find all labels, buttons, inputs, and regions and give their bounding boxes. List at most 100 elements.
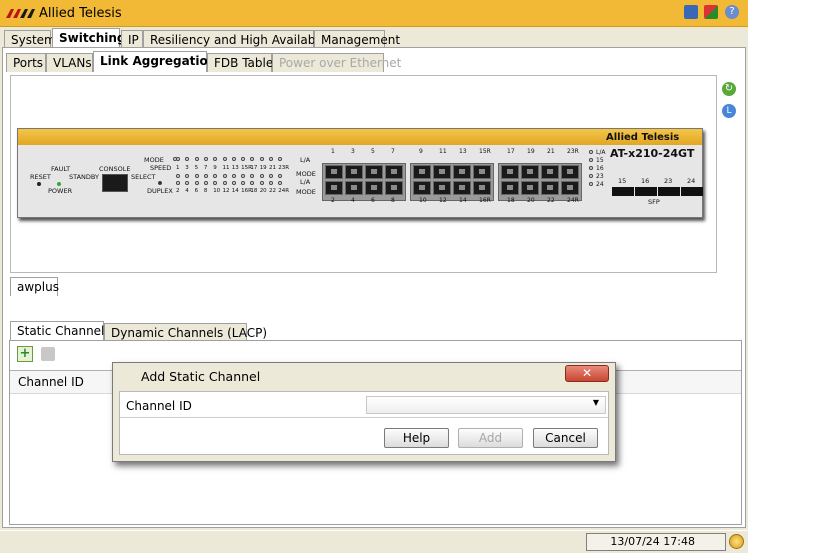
port-led bbox=[278, 157, 283, 161]
device-brand: Allied Telesis bbox=[606, 132, 680, 143]
port-number-top: 11 bbox=[439, 148, 447, 155]
led-number-top: 13 bbox=[231, 165, 239, 171]
la-label-bottom: L/A bbox=[300, 178, 311, 186]
port-number-bottom: 2 bbox=[331, 197, 335, 204]
port-number-bottom: 20 bbox=[527, 197, 535, 204]
port-led bbox=[278, 174, 283, 178]
channel-id-select[interactable]: ▼ bbox=[366, 396, 606, 414]
sfp-number: 23 bbox=[664, 177, 673, 185]
allied-telesis-logo-icon bbox=[6, 9, 35, 18]
ethernet-port bbox=[473, 165, 491, 179]
port-led bbox=[231, 157, 236, 161]
dialog-title: Add Static Channel bbox=[141, 369, 261, 384]
tab-switching[interactable]: Switching bbox=[52, 28, 125, 49]
ethernet-port bbox=[433, 181, 451, 195]
port-led bbox=[194, 181, 199, 185]
column-header-channel-id: Channel ID bbox=[18, 375, 84, 389]
port-led bbox=[259, 174, 264, 178]
led-number-top: 9 bbox=[213, 165, 217, 171]
clock-icon bbox=[729, 534, 744, 549]
standby-label: STANDBY bbox=[69, 173, 99, 181]
port-led bbox=[213, 181, 218, 185]
save-icon[interactable] bbox=[684, 5, 698, 19]
port-number-top: 3 bbox=[351, 148, 355, 155]
sfp-led-label: 23 bbox=[596, 173, 604, 180]
port-led bbox=[222, 181, 227, 185]
console-label: CONSOLE bbox=[99, 165, 131, 173]
port-number-top: 19 bbox=[527, 148, 535, 155]
tab-vlans[interactable]: VLANs bbox=[46, 53, 93, 72]
refresh-icon[interactable]: ↻ bbox=[722, 82, 736, 96]
ethernet-port bbox=[413, 181, 431, 195]
port-led bbox=[185, 157, 190, 161]
ethernet-port bbox=[453, 165, 471, 179]
tab-fdb-table[interactable]: FDB Table bbox=[207, 53, 273, 72]
tab-awplus[interactable]: awplus bbox=[10, 277, 59, 296]
led-number-top: 3 bbox=[185, 165, 189, 171]
ethernet-port bbox=[365, 181, 383, 195]
port-led bbox=[241, 157, 246, 161]
sfp-led bbox=[589, 158, 593, 162]
port-led bbox=[176, 174, 180, 178]
led-number-top: 21 bbox=[269, 165, 276, 171]
help-button[interactable]: Help bbox=[384, 428, 449, 448]
info-icon[interactable]: L bbox=[722, 104, 736, 118]
ethernet-port bbox=[365, 165, 383, 179]
led-number-bottom: 14 bbox=[231, 188, 239, 194]
port-led bbox=[250, 181, 255, 185]
channel-id-row: Channel ID ▼ bbox=[120, 395, 608, 418]
sfp-label: SFP bbox=[648, 198, 660, 206]
led-number-bottom: 8 bbox=[203, 188, 208, 194]
tab-static-channels[interactable]: Static Channels bbox=[10, 321, 111, 340]
close-icon[interactable]: ✕ bbox=[565, 365, 609, 382]
mode-label-right-bottom: MODE bbox=[296, 188, 316, 196]
device-model: AT-x210-24GT bbox=[610, 147, 695, 160]
sfp-led-label: L/A bbox=[596, 149, 606, 156]
port-number-top: 13 bbox=[459, 148, 467, 155]
sfp-port bbox=[635, 187, 657, 196]
port-number-top: 21 bbox=[547, 148, 555, 155]
select-label: SELECT bbox=[131, 173, 156, 181]
sfp-number: 16 bbox=[641, 177, 650, 185]
speed-label: SPEED bbox=[150, 164, 172, 172]
port-led bbox=[259, 157, 264, 161]
port-led bbox=[250, 174, 255, 178]
port-number-bottom: 24R bbox=[567, 197, 579, 204]
fault-label: FAULT bbox=[51, 165, 71, 173]
ethernet-port bbox=[521, 181, 539, 195]
sfp-led-label: 15 bbox=[596, 157, 604, 164]
port-led bbox=[203, 174, 208, 178]
sfp-led bbox=[589, 166, 593, 170]
port-led bbox=[241, 181, 246, 185]
port-number-top: 7 bbox=[391, 148, 395, 155]
port-led bbox=[222, 157, 227, 161]
led-number-bottom: 18 bbox=[250, 188, 258, 194]
power-led bbox=[57, 182, 61, 186]
led-number-top: 17 bbox=[250, 165, 258, 171]
ethernet-port bbox=[541, 181, 559, 195]
port-number-bottom: 18 bbox=[507, 197, 515, 204]
led-number-top: 19 bbox=[259, 165, 267, 171]
ethernet-port bbox=[385, 165, 403, 179]
sfp-port bbox=[658, 187, 680, 196]
led-number-bottom: 6 bbox=[194, 188, 199, 194]
cancel-button[interactable]: Cancel bbox=[533, 428, 598, 448]
network-icon[interactable] bbox=[704, 5, 718, 19]
tab-ports[interactable]: Ports bbox=[6, 53, 46, 72]
led-number-bottom: 24R bbox=[278, 188, 290, 194]
power-label: POWER bbox=[48, 187, 73, 195]
port-led bbox=[259, 181, 264, 185]
help-icon[interactable]: ? bbox=[725, 5, 739, 19]
chevron-down-icon: ▼ bbox=[592, 398, 599, 407]
add-channel-icon[interactable]: + bbox=[17, 346, 33, 362]
port-number-bottom: 14 bbox=[459, 197, 467, 204]
sfp-number: 15 bbox=[618, 177, 627, 185]
ethernet-port bbox=[541, 165, 559, 179]
app-title: Allied Telesis bbox=[39, 6, 122, 21]
sfp-number: 24 bbox=[687, 177, 696, 185]
ethernet-port bbox=[501, 181, 519, 195]
port-led bbox=[269, 181, 273, 185]
tab-link-aggregation[interactable]: Link Aggregation bbox=[93, 51, 216, 72]
led-number-bottom: 20 bbox=[259, 188, 267, 194]
delete-channel-icon bbox=[41, 347, 55, 361]
